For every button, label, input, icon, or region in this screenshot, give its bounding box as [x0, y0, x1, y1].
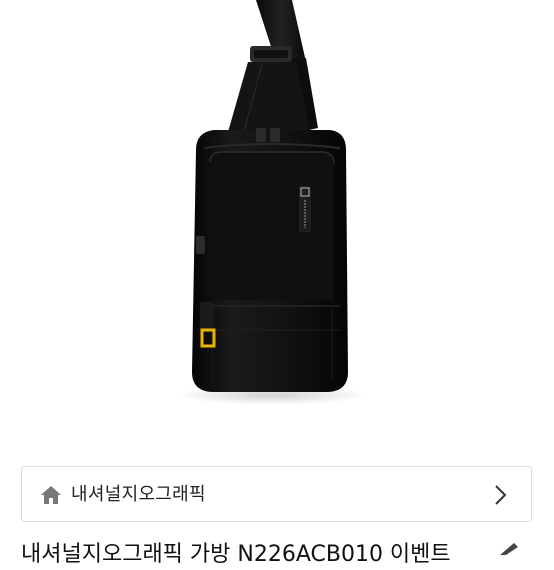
product-image[interactable] [0, 0, 554, 450]
home-icon [41, 486, 61, 504]
product-title: 내셔널지오그래픽 가방 N226ACB010 이벤트 [21, 542, 451, 567]
shop-link-button[interactable]: 내셔널지오그래픽 [21, 466, 532, 522]
sling-bag-photo [177, 0, 367, 405]
edit-icon[interactable] [494, 541, 520, 555]
shop-name: 내셔널지오그래픽 [71, 484, 206, 505]
chevron-right-icon [495, 485, 507, 505]
